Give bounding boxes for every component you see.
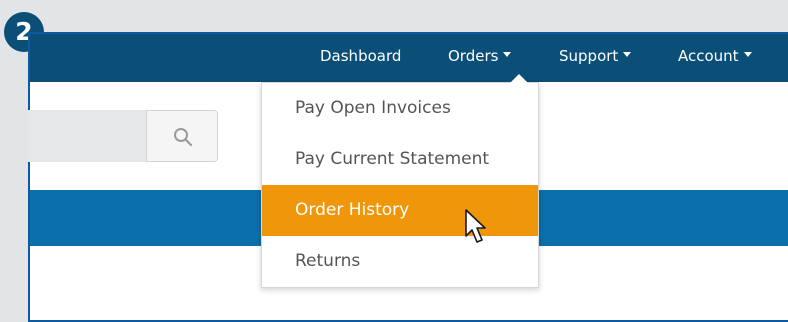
nav-orders[interactable]: Orders bbox=[448, 47, 512, 65]
dropdown-pointer bbox=[510, 74, 528, 83]
search-button[interactable] bbox=[146, 110, 218, 162]
chevron-down-icon bbox=[503, 52, 512, 57]
top-navbar: Dashboard Orders Support Account bbox=[30, 34, 788, 82]
menu-item-order-history[interactable]: Order History bbox=[262, 185, 538, 236]
menu-item-pay-open-invoices[interactable]: Pay Open Invoices bbox=[262, 83, 538, 134]
chevron-down-icon bbox=[623, 52, 632, 57]
orders-dropdown-menu: Pay Open Invoices Pay Current Statement … bbox=[261, 74, 539, 288]
chevron-down-icon bbox=[743, 52, 752, 57]
nav-account[interactable]: Account bbox=[678, 47, 752, 65]
nav-dashboard[interactable]: Dashboard bbox=[320, 47, 401, 65]
mouse-cursor-icon bbox=[465, 209, 486, 243]
menu-item-returns[interactable]: Returns bbox=[262, 236, 538, 287]
nav-account-label: Account bbox=[678, 47, 739, 65]
menu-item-pay-current-statement[interactable]: Pay Current Statement bbox=[262, 134, 538, 185]
search-icon bbox=[174, 128, 193, 147]
app-frame: Dashboard Orders Support Account Pay Ope… bbox=[28, 32, 788, 322]
nav-orders-label: Orders bbox=[448, 47, 499, 65]
nav-support[interactable]: Support bbox=[559, 47, 632, 65]
search-input[interactable] bbox=[28, 110, 146, 162]
search-bar bbox=[28, 110, 218, 162]
nav-support-label: Support bbox=[559, 47, 619, 65]
